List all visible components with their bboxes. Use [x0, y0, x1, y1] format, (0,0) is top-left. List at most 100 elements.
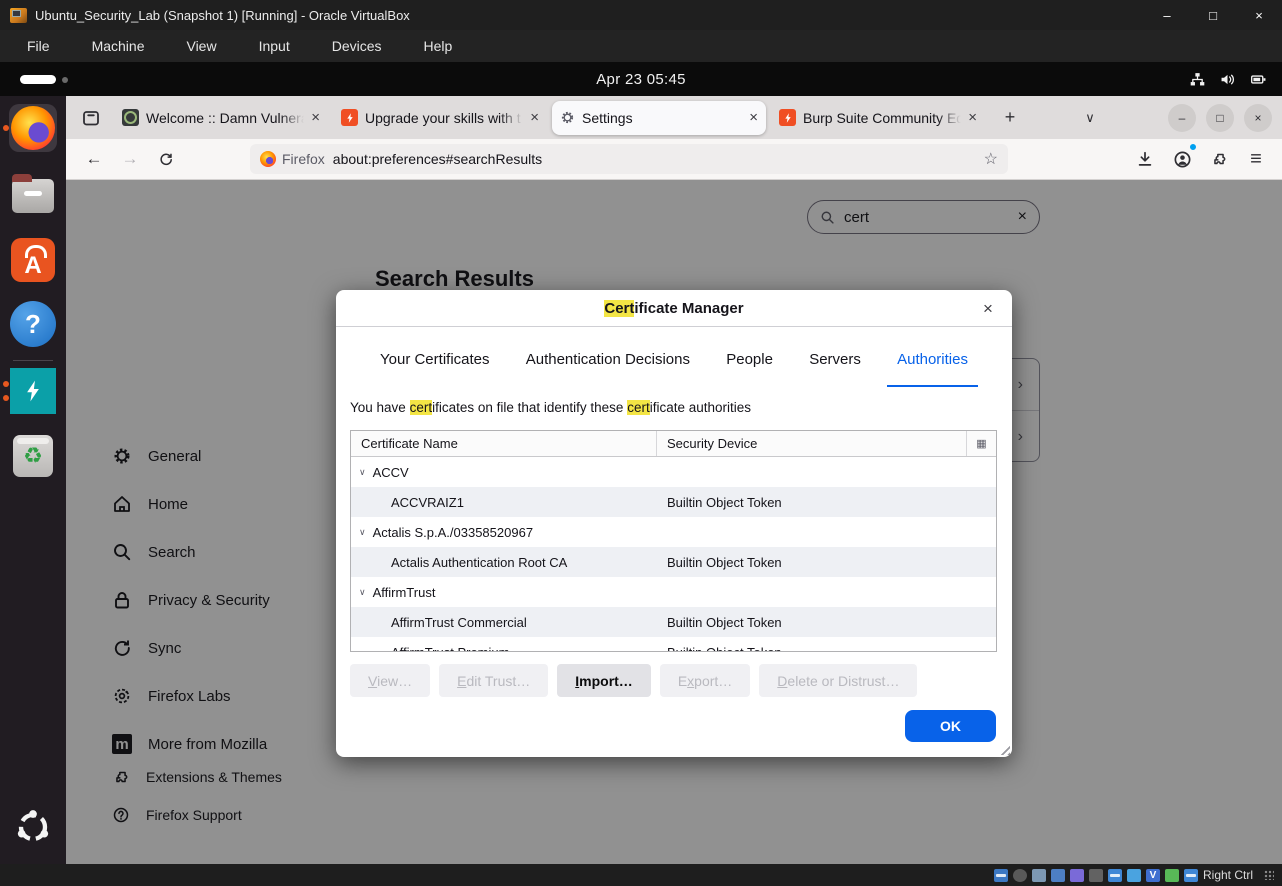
firefox-minimize-button[interactable]: –	[1168, 104, 1196, 132]
virtualbox-app-icon	[10, 8, 27, 23]
gnome-topbar: Apr 23 05:45	[0, 62, 1282, 96]
tab-your-certificates[interactable]: Your Certificates	[370, 345, 500, 387]
burp-suite-icon	[10, 368, 56, 414]
dock-files[interactable]	[9, 172, 57, 220]
url-text[interactable]: about:preferences#searchResults	[333, 151, 976, 167]
downloads-button[interactable]	[1131, 145, 1159, 173]
account-button[interactable]	[1168, 145, 1196, 173]
menu-devices[interactable]: Devices	[311, 33, 403, 59]
import-button[interactable]: Import…	[557, 664, 651, 697]
menu-file[interactable]: File	[6, 33, 71, 59]
firefox-close-button[interactable]: ×	[1244, 104, 1272, 132]
network-icon	[1189, 71, 1206, 88]
dock-firefox[interactable]	[9, 104, 57, 152]
column-picker-icon[interactable]: ▦	[966, 431, 996, 456]
menu-help[interactable]: Help	[403, 33, 474, 59]
delete-or-distrust-button: Delete or Distrust…	[759, 664, 917, 697]
mouse-integration-icon[interactable]	[1184, 869, 1198, 882]
network-adapter-icon[interactable]	[1051, 869, 1065, 882]
table-row[interactable]: ∨AffirmTrust	[351, 577, 996, 607]
trash-icon: ♻	[13, 435, 53, 477]
shared-folders-icon[interactable]	[1089, 869, 1103, 882]
chevron-down-icon: ∨	[359, 467, 366, 478]
title-highlight: Cert	[604, 300, 634, 317]
dialog-title: Certificate Manager	[336, 290, 1012, 327]
tab-close-icon[interactable]: ×	[749, 109, 758, 126]
features-icon[interactable]	[1165, 869, 1179, 882]
tab-close-icon[interactable]: ×	[968, 109, 977, 126]
recording-icon[interactable]	[1127, 869, 1141, 882]
firefox-favicon	[260, 151, 276, 167]
menu-input[interactable]: Input	[238, 33, 311, 59]
dock-app-center[interactable]: A	[9, 236, 57, 284]
url-identity-chip[interactable]: Firefox	[260, 151, 325, 167]
dialog-resize-grip[interactable]	[997, 742, 1010, 755]
export-button: Export…	[660, 664, 750, 697]
clock[interactable]: Apr 23 05:45	[0, 62, 1282, 96]
tab-close-icon[interactable]: ×	[530, 109, 539, 126]
ok-button[interactable]: OK	[905, 710, 996, 742]
column-security-device[interactable]: Security Device	[657, 431, 966, 456]
table-row[interactable]: AffirmTrust PremiumBuiltin Object Token	[351, 637, 996, 651]
dock-trash[interactable]: ♻	[9, 432, 57, 480]
certificate-table: Certificate Name Security Device ▦ ∨ACCV…	[350, 430, 997, 652]
virtualization-icon[interactable]: V	[1146, 869, 1160, 882]
certificate-manager-dialog: Certificate Manager × Your Certificates …	[336, 290, 1012, 757]
bookmark-star-icon[interactable]: ☆	[984, 149, 998, 169]
tab-dvwa[interactable]: Welcome :: Damn Vulnera ×	[114, 101, 328, 135]
hard-disk-icon[interactable]	[994, 869, 1008, 882]
table-row[interactable]: ∨ACCV	[351, 457, 996, 487]
table-row[interactable]: AffirmTrust CommercialBuiltin Object Tok…	[351, 607, 996, 637]
vbox-resize-grip[interactable]	[1264, 870, 1274, 880]
list-all-tabs-button[interactable]: ∨	[1076, 104, 1104, 132]
table-body: ∨ACCV ACCVRAIZ1Builtin Object Token ∨Act…	[351, 457, 996, 651]
table-row[interactable]: Actalis Authentication Root CABuiltin Ob…	[351, 547, 996, 577]
usb-icon[interactable]	[1070, 869, 1084, 882]
tab-label: Burp Suite Community Ed	[803, 110, 961, 126]
firefox-running-dot	[3, 125, 9, 131]
url-bar[interactable]: Firefox about:preferences#searchResults …	[250, 144, 1008, 174]
dvwa-favicon	[122, 109, 139, 126]
menu-button[interactable]: ≡	[1242, 145, 1270, 173]
tab-authentication-decisions[interactable]: Authentication Decisions	[516, 345, 700, 387]
optical-drive-icon[interactable]	[1013, 869, 1027, 882]
table-row[interactable]: ACCVRAIZ1Builtin Object Token	[351, 487, 996, 517]
system-tray[interactable]	[1189, 62, 1268, 96]
vbox-menubar: File Machine View Input Devices Help	[0, 30, 1282, 62]
tab-authorities[interactable]: Authorities	[887, 345, 978, 387]
table-header: Certificate Name Security Device ▦	[351, 431, 996, 457]
audio-icon[interactable]	[1032, 869, 1046, 882]
table-row[interactable]: ∨Actalis S.p.A./03358520967	[351, 517, 996, 547]
dialog-close-icon[interactable]: ×	[976, 297, 1000, 321]
reload-button[interactable]	[152, 145, 180, 173]
vbox-close-button[interactable]: ×	[1236, 0, 1282, 30]
vbox-minimize-button[interactable]: –	[1144, 0, 1190, 30]
extensions-button[interactable]	[1205, 145, 1233, 173]
menu-view[interactable]: View	[165, 33, 237, 59]
tab-servers[interactable]: Servers	[799, 345, 871, 387]
back-button[interactable]: ←	[80, 145, 108, 173]
dialog-description: You have certificates on file that ident…	[350, 400, 751, 415]
dock-burp-suite[interactable]	[9, 367, 57, 415]
menu-machine[interactable]: Machine	[71, 33, 166, 59]
vbox-statusbar: V Right Ctrl	[0, 864, 1282, 886]
dialog-tabs: Your Certificates Authentication Decisio…	[336, 345, 1012, 387]
dock-show-apps[interactable]	[9, 803, 57, 851]
tab-burp-suite[interactable]: Burp Suite Community Ed ×	[771, 101, 985, 135]
tab-close-icon[interactable]: ×	[311, 109, 320, 126]
column-certificate-name[interactable]: Certificate Name	[351, 431, 657, 456]
chevron-down-icon: ∨	[359, 527, 366, 538]
host-key-label: Right Ctrl	[1203, 868, 1253, 882]
tab-settings[interactable]: Settings ×	[552, 101, 766, 135]
tab-people[interactable]: People	[716, 345, 783, 387]
battery-icon	[1249, 71, 1268, 88]
ubuntu-logo-icon	[13, 807, 53, 847]
display-icon[interactable]	[1108, 869, 1122, 882]
firefox-restore-button[interactable]: □	[1206, 104, 1234, 132]
tab-portswigger[interactable]: Upgrade your skills with t ×	[333, 101, 547, 135]
new-tab-button[interactable]: +	[996, 104, 1024, 132]
dock-help[interactable]: ?	[9, 300, 57, 348]
vbox-maximize-button[interactable]: □	[1190, 0, 1236, 30]
firefox-view-button[interactable]	[78, 105, 104, 131]
firefox-icon	[11, 106, 55, 150]
